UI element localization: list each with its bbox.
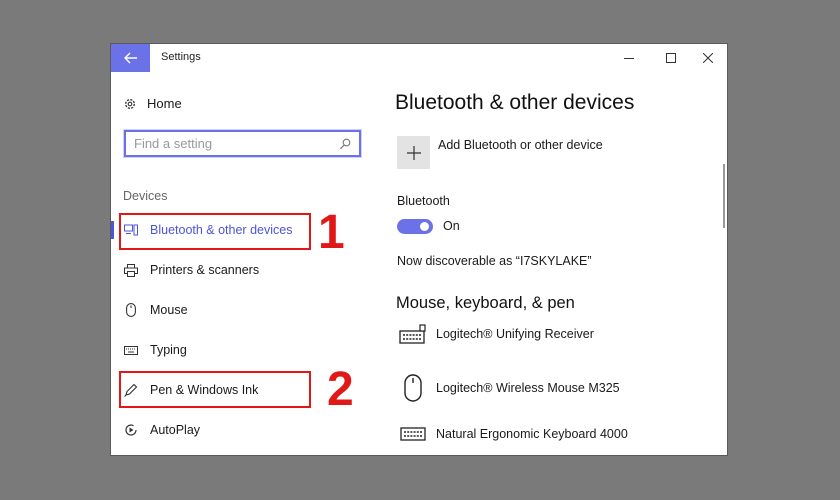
device-item[interactable]: Logitech® Wireless Mouse M325: [397, 374, 620, 402]
autoplay-icon: [123, 422, 139, 438]
back-button[interactable]: [111, 44, 150, 72]
section-label-devices: Devices: [123, 189, 168, 203]
title-bar: Settings: [111, 44, 727, 72]
discoverable-text: Now discoverable as “I7SKYLAKE”: [397, 254, 592, 268]
printer-icon: [123, 262, 139, 278]
close-icon: [703, 53, 713, 63]
bluetooth-label: Bluetooth: [397, 194, 450, 208]
main-content: Bluetooth & other devices Add Bluetooth …: [376, 72, 727, 455]
keyboard-icon: [397, 324, 429, 344]
device-item[interactable]: Natural Ergonomic Keyboard 4000: [397, 427, 628, 441]
search-icon: [340, 138, 351, 149]
back-arrow-icon: [123, 52, 137, 64]
search-box[interactable]: [124, 130, 361, 157]
toggle-knob: [420, 222, 429, 231]
step-number-1: 1: [318, 206, 345, 259]
sidebar-item-label: Typing: [150, 343, 187, 357]
page-title: Bluetooth & other devices: [395, 91, 635, 114]
sidebar-item-label: Printers & scanners: [150, 263, 260, 277]
maximize-icon: [666, 53, 676, 63]
keyboard-icon: [397, 427, 429, 441]
sidebar-item-mouse[interactable]: Mouse: [111, 294, 376, 326]
device-item[interactable]: Logitech® Unifying Receiver: [397, 324, 594, 344]
gear-icon: [125, 98, 135, 109]
plus-icon: [397, 136, 430, 169]
section-title: Mouse, keyboard, & pen: [396, 294, 575, 312]
scrollbar[interactable]: [723, 164, 725, 228]
close-button[interactable]: [693, 47, 723, 69]
home-label: Home: [147, 96, 182, 111]
maximize-button[interactable]: [656, 47, 686, 69]
bluetooth-state: On: [443, 219, 460, 233]
minimize-icon: [624, 58, 634, 59]
mouse-icon: [123, 302, 139, 318]
active-indicator: [111, 221, 114, 239]
highlight-box-bluetooth: [119, 213, 311, 250]
minimize-button[interactable]: [614, 47, 644, 69]
highlight-box-pen: [119, 371, 311, 408]
add-device-button[interactable]: Add Bluetooth or other device: [397, 136, 603, 169]
sidebar-item-label: Mouse: [150, 303, 188, 317]
window-title: Settings: [161, 51, 201, 63]
sidebar-item-typing[interactable]: Typing: [111, 334, 376, 366]
mouse-icon: [397, 374, 429, 402]
sidebar-item-label: AutoPlay: [150, 423, 201, 437]
home-link[interactable]: Home: [123, 96, 182, 111]
device-name: Natural Ergonomic Keyboard 4000: [436, 427, 628, 441]
search-input[interactable]: [134, 136, 339, 151]
device-name: Logitech® Unifying Receiver: [436, 327, 594, 341]
sidebar-item-autoplay[interactable]: AutoPlay: [111, 414, 376, 446]
device-name: Logitech® Wireless Mouse M325: [436, 381, 620, 395]
add-device-label: Add Bluetooth or other device: [438, 138, 603, 152]
step-number-2: 2: [327, 363, 354, 416]
bluetooth-toggle[interactable]: [397, 219, 433, 234]
keyboard-icon: [123, 342, 139, 358]
